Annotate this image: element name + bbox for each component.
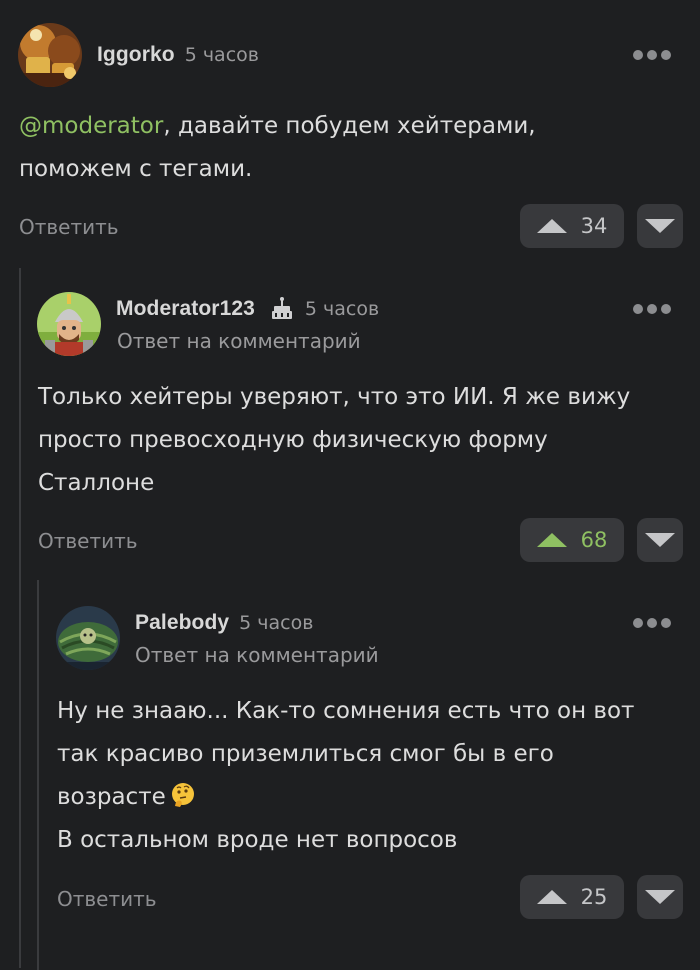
more-options-icon[interactable] bbox=[633, 618, 671, 628]
knight-avatar-icon bbox=[37, 292, 101, 356]
thinking-face-emoji-icon bbox=[171, 783, 194, 807]
downvote-button[interactable] bbox=[637, 518, 683, 562]
comment-header: Iggorko 5 часов bbox=[97, 40, 259, 70]
comment-text-line: так красиво приземлиться смог бы в его bbox=[57, 741, 554, 767]
comment-text-line: Сталлоне bbox=[38, 470, 155, 496]
vote-count: 68 bbox=[580, 528, 608, 552]
golden-pictures-avatar-icon bbox=[18, 23, 82, 87]
upvote-button[interactable]: 68 bbox=[520, 518, 624, 562]
reply-button[interactable]: Ответить bbox=[57, 887, 157, 911]
username[interactable]: Palebody bbox=[135, 611, 229, 635]
upvote-arrow-icon bbox=[536, 533, 567, 547]
downvote-button[interactable] bbox=[637, 204, 683, 248]
comment-text: @moderator, давайте побудем хейтерами, п… bbox=[19, 105, 679, 191]
avatar[interactable] bbox=[18, 23, 82, 87]
comment-text: Ну не знааю... Как-то сомнения есть что … bbox=[57, 690, 692, 862]
vote-count: 34 bbox=[580, 214, 608, 238]
thread-line-level1 bbox=[19, 268, 21, 968]
comment-header: Palebody 5 часов bbox=[135, 608, 313, 638]
downvote-arrow-icon bbox=[645, 533, 675, 547]
timestamp: 5 часов bbox=[304, 298, 380, 320]
comment-text-line: возрасте bbox=[57, 784, 166, 810]
upvote-arrow-icon bbox=[536, 890, 567, 904]
avatar[interactable] bbox=[56, 606, 120, 670]
more-options-icon[interactable] bbox=[633, 304, 671, 314]
upvote-button[interactable]: 34 bbox=[520, 204, 624, 248]
watermelon-avatar-icon bbox=[56, 606, 120, 670]
vote-count: 25 bbox=[580, 885, 608, 909]
comment-text-line: , давайте побудем хейтерами, bbox=[163, 113, 536, 139]
timestamp: 5 часов bbox=[239, 612, 314, 634]
mention-link[interactable]: @moderator bbox=[19, 113, 163, 139]
comment-text-line: Ну не знааю... Как-то сомнения есть что … bbox=[57, 698, 635, 724]
reply-to-label[interactable]: Ответ на комментарий bbox=[135, 643, 379, 667]
comment-text-line: просто превосходную физическую форму bbox=[38, 427, 548, 453]
comment-header: Moderator123 5 часов bbox=[116, 294, 379, 324]
more-options-icon[interactable] bbox=[633, 50, 671, 60]
reply-to-label[interactable]: Ответ на комментарий bbox=[117, 329, 361, 353]
username[interactable]: Moderator123 bbox=[116, 297, 255, 321]
upvote-button[interactable]: 25 bbox=[520, 875, 624, 919]
downvote-arrow-icon bbox=[645, 890, 675, 904]
comment-text: Только хейтеры уверяют, что это ИИ. Я же… bbox=[38, 376, 688, 505]
comment-text-line: поможем с тегами. bbox=[19, 156, 253, 182]
reply-button[interactable]: Ответить bbox=[38, 529, 138, 553]
timestamp: 5 часов bbox=[184, 44, 259, 66]
comment-text-line: В остальном вроде нет вопросов bbox=[57, 827, 458, 853]
downvote-button[interactable] bbox=[637, 875, 683, 919]
cake-icon bbox=[271, 297, 292, 319]
reply-button[interactable]: Ответить bbox=[19, 215, 119, 239]
username[interactable]: Iggorko bbox=[97, 43, 175, 67]
avatar[interactable] bbox=[37, 292, 101, 356]
thread-line-level2 bbox=[37, 580, 39, 970]
upvote-arrow-icon bbox=[536, 219, 567, 233]
comment-text-line: Только хейтеры уверяют, что это ИИ. Я же… bbox=[38, 384, 631, 410]
downvote-arrow-icon bbox=[645, 219, 675, 233]
